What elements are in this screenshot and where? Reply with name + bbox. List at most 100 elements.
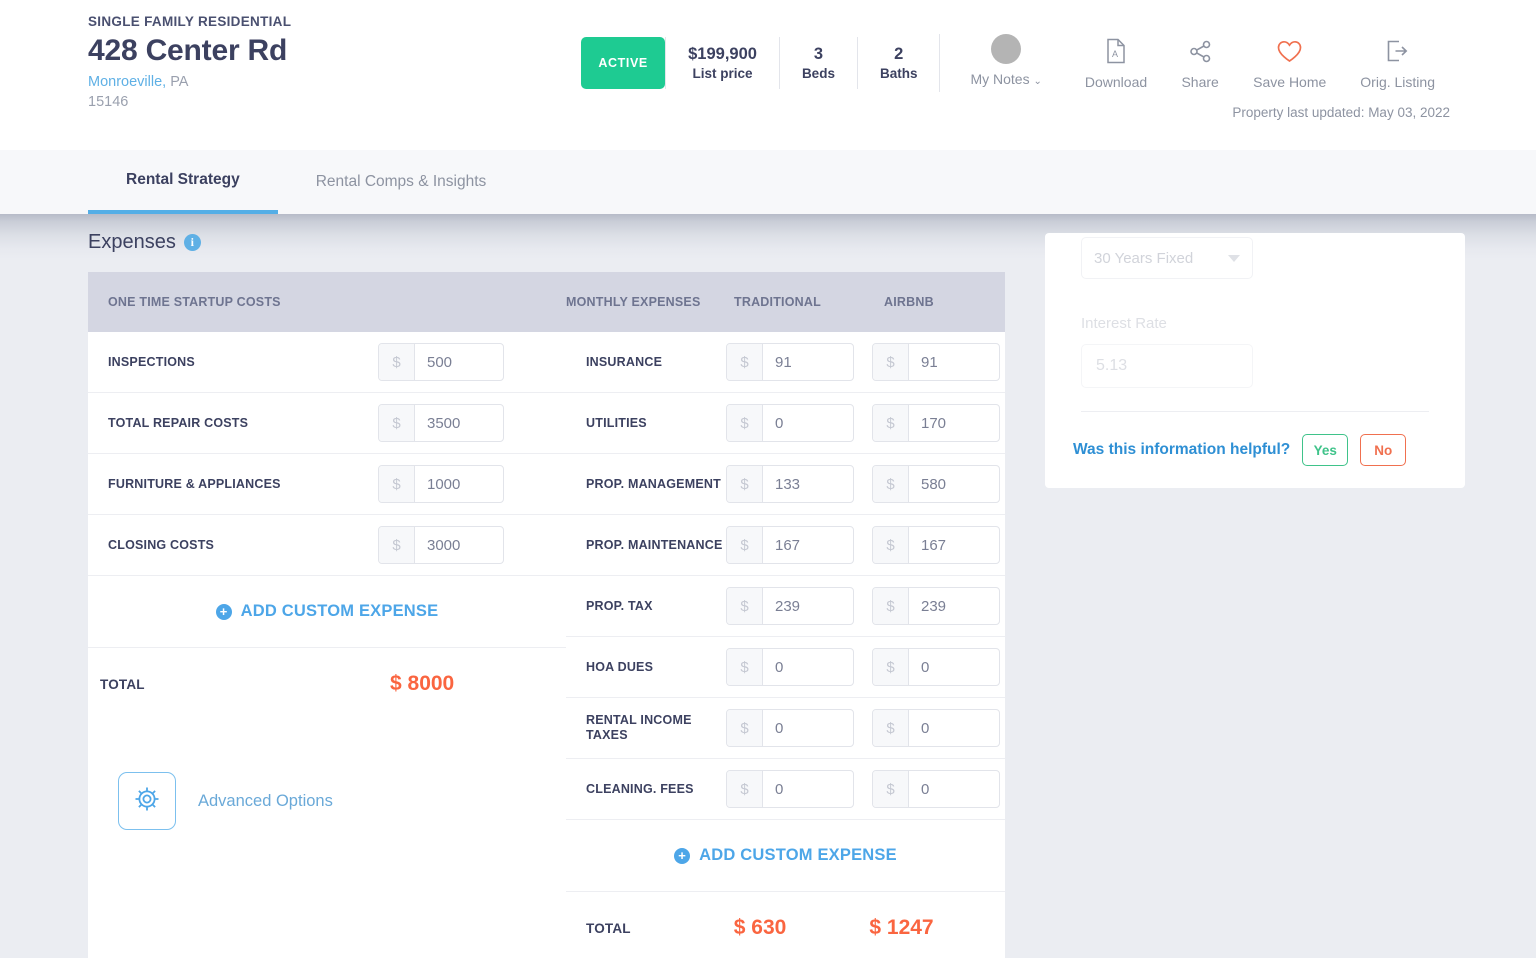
prop-management-airbnb-input[interactable]: $ 580 xyxy=(872,465,1000,503)
monthly-total-airbnb: $ 1247 xyxy=(869,916,934,939)
startup-costs-column: INSPECTIONS $ 500 TOTAL REPAIR COSTS $ 3… xyxy=(88,332,566,958)
utilities-airbnb-input[interactable]: $ 170 xyxy=(872,404,1000,442)
startup-total-value: $ 8000 xyxy=(390,672,455,695)
input-value: 0 xyxy=(921,780,930,798)
svg-text:A: A xyxy=(1112,49,1118,59)
add-custom-expense-label: ADD CUSTOM EXPENSE xyxy=(699,846,897,864)
prop-tax-airbnb-input[interactable]: $ 239 xyxy=(872,587,1000,625)
loan-term-select[interactable]: 30 Years Fixed xyxy=(1081,237,1253,279)
insurance-traditional-input[interactable]: $ 91 xyxy=(726,343,854,381)
row-label: INSPECTIONS xyxy=(108,354,195,369)
input-value: 3500 xyxy=(427,414,461,432)
hoa-dues-traditional-input[interactable]: $ 0 xyxy=(726,648,854,686)
currency-symbol: $ xyxy=(727,588,763,624)
avatar xyxy=(991,34,1022,64)
state-label: PA xyxy=(170,74,189,90)
tab-bar: Rental Strategy Rental Comps & Insights xyxy=(0,150,1536,214)
download-label: Download xyxy=(1084,74,1148,90)
mortgage-card: 30 Years Fixed Interest Rate 5.13 Was th… xyxy=(1045,233,1465,488)
currency-symbol: $ xyxy=(727,527,763,563)
feedback-no-button[interactable]: No xyxy=(1360,434,1407,466)
property-identity: SINGLE FAMILY RESIDENTIAL 428 Center Rd … xyxy=(88,14,291,110)
row-label: PROP. TAX xyxy=(586,598,653,613)
loan-term-value: 30 Years Fixed xyxy=(1094,249,1194,267)
input-value: 0 xyxy=(775,719,784,737)
gear-icon xyxy=(132,784,162,819)
add-custom-expense-label: ADD CUSTOM EXPENSE xyxy=(240,602,439,620)
chevron-down-icon: ⌄ xyxy=(1033,76,1042,87)
tab-rental-strategy[interactable]: Rental Strategy xyxy=(88,150,278,214)
advanced-options-row: Advanced Options xyxy=(88,720,566,830)
input-value: 500 xyxy=(427,353,453,371)
currency-symbol: $ xyxy=(873,588,909,624)
save-home-button[interactable]: Save Home xyxy=(1236,36,1343,90)
inspections-input[interactable]: $ 500 xyxy=(378,343,504,381)
currency-symbol: $ xyxy=(873,771,909,807)
expenses-table-header: ONE TIME STARTUP COSTS MONTHLY EXPENSES … xyxy=(88,272,1005,332)
prop-management-traditional-input[interactable]: $ 133 xyxy=(726,465,854,503)
tab-rental-comps-insights[interactable]: Rental Comps & Insights xyxy=(278,150,525,214)
closing-costs-input[interactable]: $ 3000 xyxy=(378,526,504,564)
column-header-monthly: MONTHLY EXPENSES xyxy=(566,295,701,309)
city-link[interactable]: Monroeville, xyxy=(88,74,166,90)
monthly-total-row: TOTAL $ 630 $ 1247 xyxy=(566,892,1005,958)
property-type: SINGLE FAMILY RESIDENTIAL xyxy=(88,14,292,29)
page-body: Expenses i ONE TIME STARTUP COSTS MONTHL… xyxy=(0,213,1536,958)
orig-listing-button[interactable]: Orig. Listing xyxy=(1343,36,1452,90)
feedback-yes-button[interactable]: Yes xyxy=(1302,434,1349,466)
zip-code: 15146 xyxy=(88,94,129,110)
share-button[interactable]: Share xyxy=(1164,36,1236,90)
table-row: PROP. MANAGEMENT $ 133 $ 580 xyxy=(566,454,1005,515)
column-header-traditional: TRADITIONAL xyxy=(734,295,821,309)
info-icon[interactable]: i xyxy=(183,234,201,251)
add-custom-expense-monthly-button[interactable]: + ADD CUSTOM EXPENSE xyxy=(674,846,897,865)
currency-symbol: $ xyxy=(727,466,763,502)
prop-maintenance-traditional-input[interactable]: $ 167 xyxy=(726,526,854,564)
save-home-label: Save Home xyxy=(1253,74,1327,90)
row-label: TOTAL REPAIR COSTS xyxy=(108,415,249,430)
prop-tax-traditional-input[interactable]: $ 239 xyxy=(726,587,854,625)
hoa-dues-airbnb-input[interactable]: $ 0 xyxy=(872,648,1000,686)
cleaning-fees-traditional-input[interactable]: $ 0 xyxy=(726,770,854,808)
interest-rate-input[interactable]: 5.13 xyxy=(1081,344,1253,388)
add-custom-expense-startup-button[interactable]: + ADD CUSTOM EXPENSE xyxy=(215,602,439,621)
advanced-options-button[interactable] xyxy=(118,772,176,830)
input-value: 580 xyxy=(921,475,947,493)
stat-value: 2 xyxy=(894,45,904,63)
advanced-options-label[interactable]: Advanced Options xyxy=(198,792,333,811)
monthly-total-traditional: $ 630 xyxy=(733,916,787,939)
sidebar: 30 Years Fixed Interest Rate 5.13 Was th… xyxy=(1005,231,1505,958)
input-value: 239 xyxy=(775,597,801,615)
status-badge: ACTIVE xyxy=(581,37,666,89)
row-label: PROP. MAINTENANCE xyxy=(586,537,723,552)
row-label: FURNITURE & APPLIANCES xyxy=(108,476,281,491)
input-value: 170 xyxy=(921,414,947,432)
input-value: 3000 xyxy=(427,536,461,554)
furniture-appliances-input[interactable]: $ 1000 xyxy=(378,465,504,503)
prop-maintenance-airbnb-input[interactable]: $ 167 xyxy=(872,526,1000,564)
rental-income-taxes-airbnb-input[interactable]: $ 0 xyxy=(872,709,1000,747)
currency-symbol: $ xyxy=(379,405,415,441)
plus-icon: + xyxy=(674,847,691,864)
input-value: 239 xyxy=(921,597,947,615)
tab-label: Rental Comps & Insights xyxy=(315,173,487,190)
cleaning-fees-airbnb-input[interactable]: $ 0 xyxy=(872,770,1000,808)
table-row: CLEANING. FEES $ 0 $ 0 xyxy=(566,759,1005,820)
insurance-airbnb-input[interactable]: $ 91 xyxy=(872,343,1000,381)
stat-label: List price xyxy=(692,66,753,81)
download-button[interactable]: A Download xyxy=(1068,36,1164,90)
input-value: 0 xyxy=(921,658,930,676)
rental-income-taxes-traditional-input[interactable]: $ 0 xyxy=(726,709,854,747)
currency-symbol: $ xyxy=(727,710,763,746)
share-icon xyxy=(1188,36,1213,66)
currency-symbol: $ xyxy=(873,344,909,380)
utilities-traditional-input[interactable]: $ 0 xyxy=(726,404,854,442)
my-notes-button[interactable]: My Notes ⌄ xyxy=(939,34,1067,92)
total-repair-costs-input[interactable]: $ 3500 xyxy=(378,404,504,442)
property-header: SINGLE FAMILY RESIDENTIAL 428 Center Rd … xyxy=(0,0,1536,150)
currency-symbol: $ xyxy=(873,466,909,502)
currency-symbol: $ xyxy=(727,771,763,807)
currency-symbol: $ xyxy=(727,344,763,380)
currency-symbol: $ xyxy=(873,710,909,746)
column-header-airbnb: AIRBNB xyxy=(884,295,934,309)
